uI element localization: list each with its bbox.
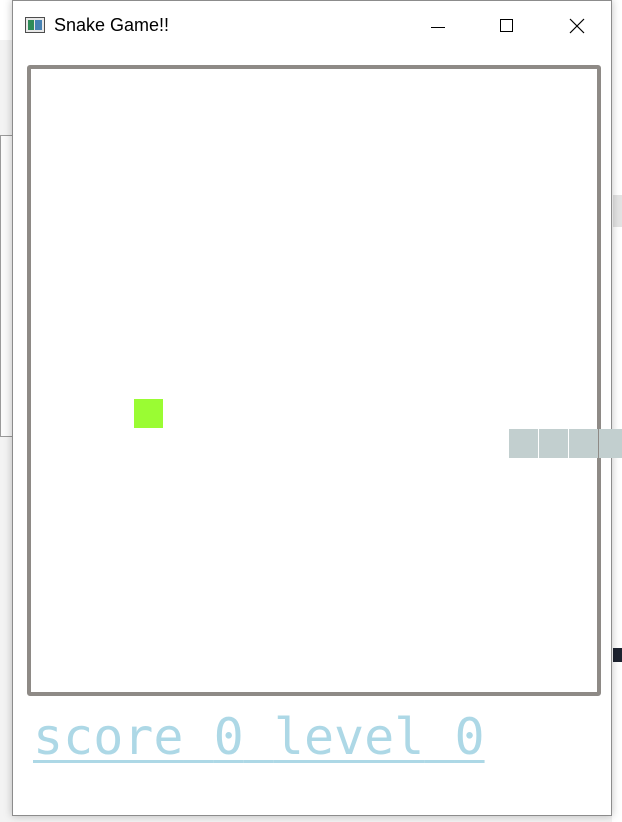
title-bar[interactable]: Snake Game!! (13, 1, 611, 51)
maximize-icon (500, 19, 513, 32)
food-block (134, 399, 163, 428)
window-title: Snake Game!! (54, 15, 170, 35)
close-icon (569, 18, 585, 34)
snake-segment (539, 429, 568, 458)
background-highlight (613, 195, 622, 227)
game-window: Snake Game!! score 0 level 0 (12, 0, 622, 816)
snake-segment (569, 429, 598, 458)
level-value: 0 (454, 708, 485, 766)
snake-segment (599, 429, 622, 458)
maximize-button[interactable] (473, 1, 541, 51)
level-label: level (273, 708, 425, 766)
background-panel-right (612, 0, 622, 822)
app-icon (25, 17, 45, 33)
minimize-icon (431, 27, 445, 28)
background-dark-block (613, 648, 622, 662)
close-button[interactable] (543, 1, 611, 51)
minimize-button[interactable] (403, 1, 471, 51)
game-board[interactable] (27, 65, 622, 696)
score-display: score 0 level 0 (33, 705, 485, 769)
snake-segment (509, 429, 538, 458)
score-value: 0 (213, 708, 244, 766)
score-label: score (33, 708, 184, 766)
